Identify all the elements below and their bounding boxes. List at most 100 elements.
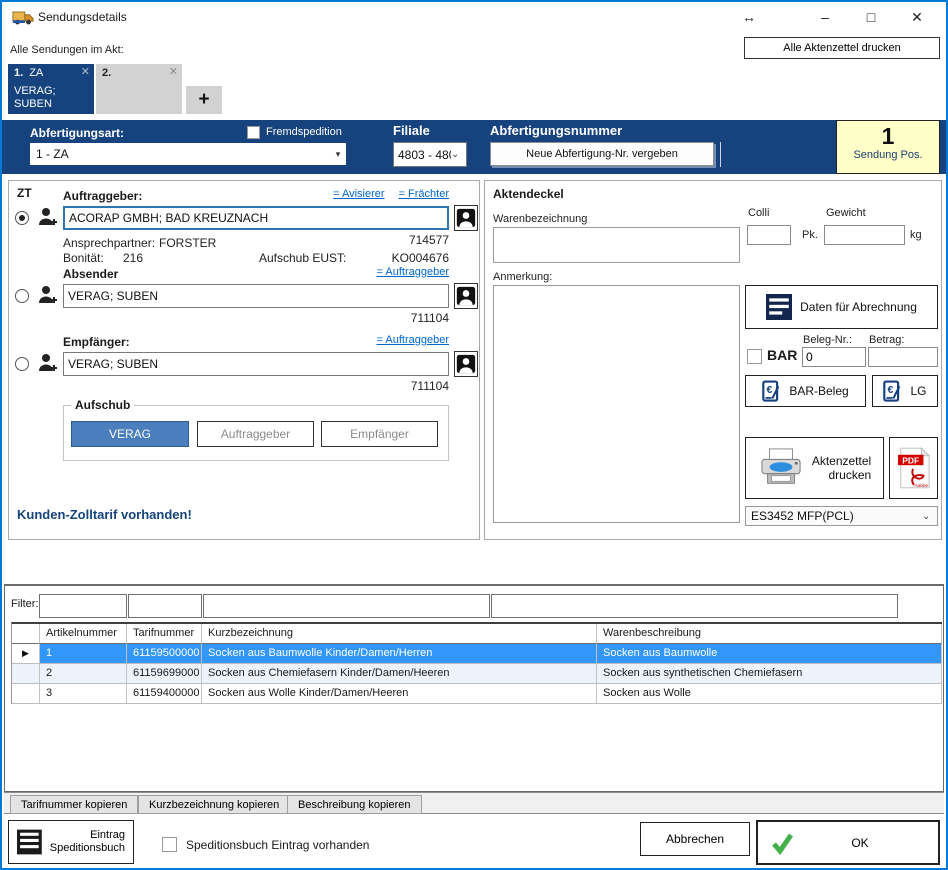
cell-warenbeschreibung[interactable]: Socken aus Wolle bbox=[597, 684, 942, 704]
zolltarif-note: Kunden-Zolltarif vorhanden! bbox=[17, 507, 192, 522]
sendung-position-box: 1 Sendung Pos. bbox=[836, 120, 940, 174]
column-header-kurzbezeichnung[interactable]: Kurzbezeichnung bbox=[202, 624, 597, 644]
neue-abfertigung-nr-button[interactable]: Neue Abfertigung-Nr. vergeben bbox=[490, 142, 714, 166]
aufschub-eust-label: Aufschub EUST: bbox=[259, 251, 346, 265]
add-person-icon[interactable] bbox=[36, 283, 60, 307]
aufschub-empfaenger-button[interactable]: Empfänger bbox=[321, 421, 438, 447]
bar-beleg-button[interactable]: € BAR-Beleg bbox=[745, 375, 866, 407]
filiale-select[interactable]: 4803 - 480 ⌄ bbox=[393, 142, 467, 167]
abfertigungsnummer-label: Abfertigungsnummer bbox=[490, 123, 622, 138]
copy-tarifnummer-button[interactable]: Tarifnummer kopieren bbox=[10, 795, 138, 814]
copy-kurzbezeichnung-button[interactable]: Kurzbezeichnung kopieren bbox=[138, 795, 290, 814]
table-row-2[interactable]: 2 61159699000 Socken aus Chemiefasern Ki… bbox=[12, 664, 942, 684]
row-selector-cell[interactable] bbox=[12, 684, 40, 704]
anmerkung-textarea[interactable] bbox=[493, 285, 740, 523]
sendung-position-value: 1 bbox=[837, 123, 939, 149]
aktenzettel-drucken-button[interactable]: Aktenzettel drucken bbox=[745, 437, 884, 499]
divider bbox=[720, 142, 721, 167]
bar-checkbox[interactable] bbox=[747, 349, 762, 364]
shipment-tabs: 1.ZA ✕ VERAG; SUBEN 2. ✕ + bbox=[8, 64, 408, 114]
cell-tarifnummer[interactable]: 61159400000 bbox=[127, 684, 202, 704]
filter-input-artikelnummer[interactable] bbox=[39, 594, 127, 618]
cell-tarifnummer[interactable]: 61159500000 bbox=[127, 644, 202, 664]
column-header-tarifnummer[interactable]: Tarifnummer bbox=[127, 624, 202, 644]
table-row-1[interactable]: ▶ 1 61159500000 Socken aus Baumwolle Kin… bbox=[12, 644, 942, 664]
filter-input-kurzbezeichnung[interactable] bbox=[203, 594, 490, 618]
cell-kurzbezeichnung[interactable]: Socken aus Wolle Kinder/Damen/Heeren bbox=[202, 684, 597, 704]
close-icon[interactable]: ✕ bbox=[81, 65, 90, 78]
beleg-nr-input[interactable] bbox=[802, 347, 866, 367]
auftraggeber-input[interactable] bbox=[63, 206, 449, 230]
tab-shipment-1[interactable]: 1.ZA ✕ VERAG; SUBEN bbox=[8, 64, 94, 114]
add-person-icon[interactable] bbox=[36, 205, 60, 229]
aufschub-auftraggeber-button[interactable]: Auftraggeber bbox=[197, 421, 314, 447]
fraechter-link[interactable]: = Frächter bbox=[399, 188, 449, 200]
cell-warenbeschreibung[interactable]: Socken aus synthetischen Chemiefasern bbox=[597, 664, 942, 684]
maximize-button[interactable]: □ bbox=[848, 6, 894, 28]
add-shipment-tab-button[interactable]: + bbox=[186, 86, 222, 114]
filter-input-tarifnummer[interactable] bbox=[128, 594, 202, 618]
cell-kurzbezeichnung[interactable]: Socken aus Chemiefasern Kinder/Damen/Hee… bbox=[202, 664, 597, 684]
abfertigungsart-select[interactable]: 1 - ZA ▾ bbox=[30, 143, 346, 165]
copy-actions-strip: Tarifnummer kopieren Kurzbezeichnung kop… bbox=[4, 792, 944, 814]
row-selector-cell[interactable]: ▶ bbox=[12, 644, 40, 664]
aufschub-verag-button[interactable]: VERAG bbox=[71, 421, 189, 447]
auftraggeber-copy-link[interactable]: = Auftraggeber bbox=[377, 266, 449, 278]
speditionsbuch-checkbox[interactable] bbox=[162, 837, 177, 852]
absender-contact-button[interactable] bbox=[454, 283, 478, 309]
tab-shipment-2[interactable]: 2. ✕ bbox=[96, 64, 182, 114]
printer-value: ES3452 MFP(PCL) bbox=[751, 509, 922, 523]
aktenzettel-label-line2: drucken bbox=[828, 468, 871, 482]
avisierer-link[interactable]: = Avisierer bbox=[333, 188, 384, 200]
close-icon[interactable]: ✕ bbox=[169, 65, 178, 78]
pdf-button[interactable]: PDF Adobe bbox=[889, 437, 938, 499]
absender-label: Absender bbox=[63, 267, 118, 281]
cell-artikelnummer[interactable]: 2 bbox=[40, 664, 127, 684]
gewicht-label: Gewicht bbox=[826, 207, 866, 219]
auftraggeber-copy-link[interactable]: = Auftraggeber bbox=[377, 334, 449, 346]
auftraggeber-radio[interactable] bbox=[15, 211, 29, 225]
column-header-artikelnummer[interactable]: Artikelnummer bbox=[40, 624, 127, 644]
cancel-button[interactable]: Abbrechen bbox=[640, 822, 750, 856]
eintrag-speditionsbuch-button[interactable]: Eintrag Speditionsbuch bbox=[8, 820, 134, 864]
cell-tarifnummer[interactable]: 61159699000 bbox=[127, 664, 202, 684]
filter-input-warenbeschreibung[interactable] bbox=[491, 594, 898, 618]
cell-artikelnummer[interactable]: 1 bbox=[40, 644, 127, 664]
absender-input[interactable] bbox=[63, 284, 449, 308]
gewicht-input[interactable] bbox=[824, 225, 905, 245]
column-header-warenbeschreibung[interactable]: Warenbeschreibung bbox=[597, 624, 942, 644]
fremdspedition-checkbox[interactable] bbox=[247, 126, 260, 139]
warenbezeichnung-textarea[interactable] bbox=[493, 227, 740, 263]
shipments-in-akt-label: Alle Sendungen im Akt: bbox=[10, 44, 124, 56]
euro-receipt-icon: € bbox=[883, 380, 902, 403]
printer-select[interactable]: ES3452 MFP(PCL) ⌄ bbox=[745, 506, 938, 526]
titlebar: Sendungsdetails ↔ – □ ✕ bbox=[2, 2, 946, 32]
minimize-button[interactable]: – bbox=[802, 6, 848, 28]
copy-beschreibung-button[interactable]: Beschreibung kopieren bbox=[287, 795, 422, 814]
euro-receipt-icon: € bbox=[762, 380, 781, 403]
cell-kurzbezeichnung[interactable]: Socken aus Baumwolle Kinder/Damen/Herren bbox=[202, 644, 597, 664]
printer-icon bbox=[758, 447, 804, 489]
ok-button[interactable]: OK bbox=[756, 820, 940, 865]
close-button[interactable]: ✕ bbox=[894, 6, 940, 28]
empfaenger-contact-button[interactable] bbox=[454, 351, 478, 377]
print-all-aktenzettel-button[interactable]: Alle Aktenzettel drucken bbox=[744, 37, 940, 59]
empfaenger-number: 711104 bbox=[411, 379, 449, 393]
empfaenger-input[interactable] bbox=[63, 352, 449, 376]
auftraggeber-contact-button[interactable] bbox=[454, 205, 478, 231]
daten-fuer-abrechnung-button[interactable]: Daten für Abrechnung bbox=[745, 285, 938, 329]
svg-text:€: € bbox=[767, 385, 773, 396]
resize-icon[interactable]: ↔ bbox=[742, 6, 802, 28]
cell-artikelnummer[interactable]: 3 bbox=[40, 684, 127, 704]
colli-input[interactable] bbox=[747, 225, 791, 245]
empfaenger-radio[interactable] bbox=[15, 357, 29, 371]
table-row-3[interactable]: 3 61159400000 Socken aus Wolle Kinder/Da… bbox=[12, 684, 942, 704]
betrag-input[interactable] bbox=[868, 347, 938, 367]
warenbezeichnung-label: Warenbezeichnung bbox=[493, 213, 587, 225]
absender-radio[interactable] bbox=[15, 289, 29, 303]
row-selector-cell[interactable] bbox=[12, 664, 40, 684]
cell-warenbeschreibung[interactable]: Socken aus Baumwolle bbox=[597, 644, 942, 664]
lg-button[interactable]: € LG bbox=[872, 375, 938, 407]
add-person-icon[interactable] bbox=[36, 351, 60, 375]
colli-unit-label: Pk. bbox=[802, 229, 818, 241]
